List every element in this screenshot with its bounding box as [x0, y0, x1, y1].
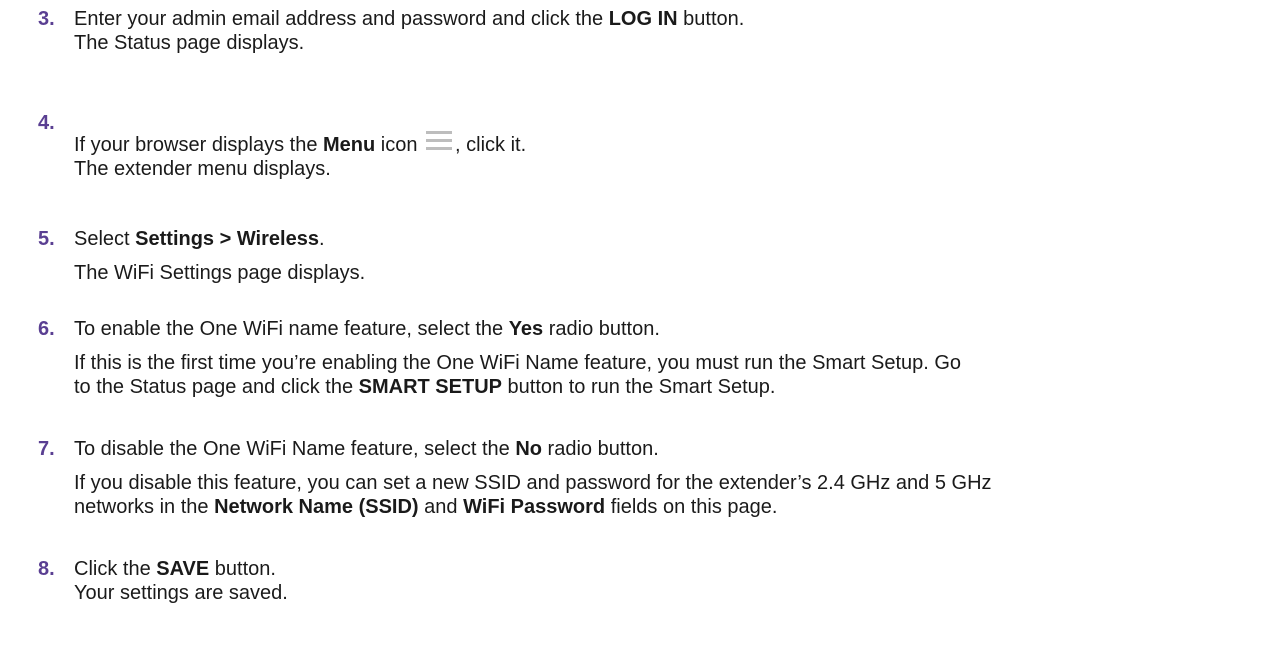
step-instruction: To enable the One WiFi name feature, sel…: [74, 318, 660, 340]
step-number: 3.: [38, 8, 55, 30]
step-result: The WiFi Settings page displays.: [74, 262, 366, 284]
step-instruction: To disable the One WiFi Name feature, se…: [74, 438, 659, 460]
step-note-continued: to the Status page and click the SMART S…: [74, 376, 776, 398]
ui-label-save: SAVE: [156, 558, 210, 580]
menu-icon: [426, 131, 453, 153]
step-content: If your browser displays the Menu icon ,…: [74, 131, 1244, 181]
step-note: If this is the first time you’re enablin…: [74, 352, 962, 374]
step-result: The Status page displays.: [74, 32, 305, 54]
step-content: Select Settings > Wireless. The WiFi Set…: [74, 227, 1244, 285]
step-number: 8.: [38, 558, 55, 580]
step-result: Your settings are saved.: [74, 582, 288, 604]
step-number: 4.: [38, 112, 55, 134]
step-number: 6.: [38, 318, 55, 340]
step-content: To enable the One WiFi name feature, sel…: [74, 317, 1244, 399]
step-content: Enter your admin email address and passw…: [74, 7, 1244, 55]
step-number: 5.: [38, 228, 55, 250]
ui-label-settings-wireless: Settings > Wireless: [135, 228, 319, 250]
ui-label-log-in: LOG IN: [608, 8, 678, 30]
ui-label-no: No: [515, 438, 542, 460]
step-note: If you disable this feature, you can set…: [74, 472, 992, 494]
ui-label-network-name: Network Name (SSID): [214, 496, 419, 518]
step-content: To disable the One WiFi Name feature, se…: [74, 437, 1244, 519]
step-instruction: Enter your admin email address and passw…: [74, 8, 745, 30]
step-instruction: If your browser displays the Menu icon ,…: [74, 131, 1244, 157]
step-note-continued: networks in the Network Name (SSID) and …: [74, 496, 778, 518]
ui-label-smart-setup: SMART SETUP: [358, 376, 502, 398]
ui-label-menu: Menu: [323, 134, 376, 156]
step-result: The extender menu displays.: [74, 158, 331, 180]
step-content: Click the SAVE button. Your settings are…: [74, 557, 1244, 605]
step-number: 7.: [38, 438, 55, 460]
ui-label-yes: Yes: [508, 318, 544, 340]
step-instruction: Click the SAVE button.: [74, 558, 276, 580]
step-instruction: Select Settings > Wireless.: [74, 228, 325, 250]
ui-label-wifi-password: WiFi Password: [463, 496, 606, 518]
